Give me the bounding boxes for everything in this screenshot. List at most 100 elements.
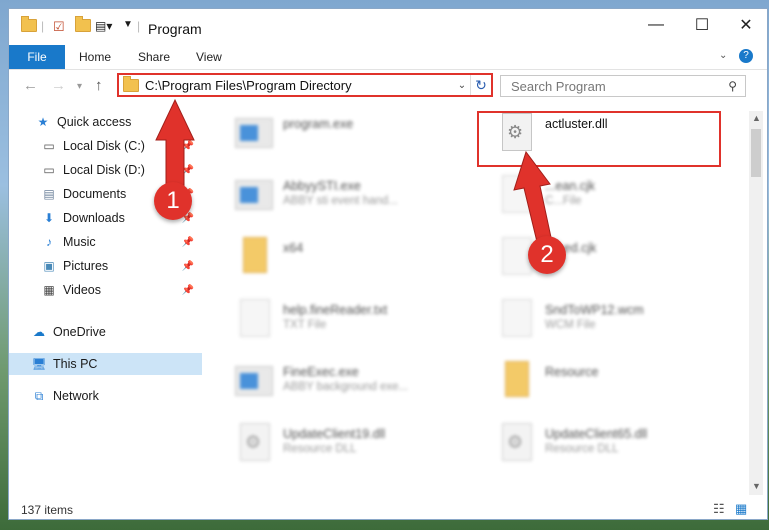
documents-icon: ▤	[43, 187, 55, 201]
tab-view[interactable]: View	[196, 50, 222, 64]
file-name: Resource	[545, 365, 599, 379]
customize-icon[interactable]: ▤▾	[95, 19, 112, 33]
dll-file-icon	[497, 423, 537, 463]
pictures-icon: ▣	[43, 259, 55, 273]
search-icon[interactable]: ⚲	[728, 79, 737, 93]
status-bar: 137 items ☷ ▦	[9, 499, 767, 519]
explorer-window: | ☑ ▤▾ ▼ | Program — ☐ ✕ File Home Share…	[8, 8, 768, 520]
file-item[interactable]: UpdateClient19.dll Resource DLL	[213, 421, 443, 465]
back-arrow-icon[interactable]: ←	[23, 77, 38, 94]
chevron-down-icon[interactable]: ⌄	[454, 80, 470, 91]
forward-arrow-icon[interactable]: →	[51, 77, 66, 94]
file-item[interactable]: ...ean.cjk C...File	[475, 173, 705, 217]
file-item[interactable]: AbbyySTI.exe ABBY sti event hand...	[213, 173, 443, 217]
sidebar-item-videos[interactable]: ▦ Videos 📌	[9, 279, 202, 301]
sidebar-item-label: Local Disk (D:)	[63, 163, 145, 177]
file-type: ABBY background exe...	[283, 381, 409, 393]
vertical-scrollbar[interactable]: ▲ ▼	[749, 111, 763, 495]
search-placeholder: Search Program	[511, 78, 606, 94]
sidebar-item-label: Quick access	[57, 115, 132, 129]
application-icon	[235, 361, 275, 401]
separator: |	[137, 19, 141, 33]
download-icon: ⬇	[43, 211, 55, 225]
up-arrow-icon[interactable]: ↑	[95, 77, 103, 94]
help-icon[interactable]: ?	[739, 49, 753, 63]
folder-icon	[21, 16, 37, 32]
file-name: ...ean.cjk	[545, 179, 596, 193]
address-bar[interactable]: C:\Program Files\Program Directory ⌄ ↻	[117, 73, 493, 97]
address-path[interactable]: C:\Program Files\Program Directory	[145, 78, 454, 93]
file-item[interactable]: program.exe	[213, 111, 443, 155]
star-icon: ★	[37, 115, 49, 129]
properties-icon[interactable]: ☑	[53, 19, 65, 35]
pin-icon[interactable]: 📌	[182, 261, 194, 272]
sidebar-item-quick-access[interactable]: ★ Quick access	[9, 111, 202, 133]
tab-file[interactable]: File	[9, 45, 65, 69]
maximize-button[interactable]: ☐	[679, 9, 725, 41]
window-title: Program	[148, 21, 202, 37]
sidebar-item-local-disk-c[interactable]: ▭ Local Disk (C:) 📌	[9, 135, 202, 157]
tab-home[interactable]: Home	[79, 50, 111, 64]
document-icon	[497, 299, 537, 339]
scroll-thumb[interactable]	[751, 129, 761, 177]
pin-icon[interactable]: 📌	[182, 141, 194, 152]
pin-icon[interactable]: 📌	[182, 285, 194, 296]
large-icons-view-icon[interactable]: ▦	[735, 501, 747, 517]
file-item[interactable]: FineExec.exe ABBY background exe...	[213, 359, 443, 403]
sidebar-item-pictures[interactable]: ▣ Pictures 📌	[9, 255, 202, 277]
sidebar-item-onedrive[interactable]: ☁ OneDrive	[9, 321, 202, 343]
file-type: TXT File	[283, 319, 327, 331]
network-icon: ⧉	[34, 388, 44, 403]
document-icon	[235, 299, 275, 339]
application-icon	[235, 175, 275, 215]
item-count: 137 items	[21, 503, 74, 517]
sidebar-item-local-disk-d[interactable]: ▭ Local Disk (D:) 📌	[9, 159, 202, 181]
pin-icon[interactable]: 📌	[182, 237, 194, 248]
videos-icon: ▦	[43, 283, 55, 297]
file-item[interactable]: help.fineReader.txt TXT File	[213, 297, 443, 341]
file-name: SndToWP12.wcm	[545, 303, 644, 317]
music-icon: ♪	[46, 235, 52, 249]
search-input[interactable]: Search Program ⚲	[500, 75, 746, 97]
file-item[interactable]: E...ed.cjk	[475, 235, 705, 279]
highlight-box	[477, 111, 721, 167]
sidebar-item-label: This PC	[53, 357, 98, 371]
scroll-down-icon[interactable]: ▼	[752, 481, 761, 491]
sidebar-item-network[interactable]: ⧉ Network	[9, 385, 202, 407]
new-folder-icon[interactable]	[75, 16, 91, 32]
file-name: help.fineReader.txt	[283, 303, 388, 317]
sidebar-item-label: OneDrive	[53, 325, 106, 339]
computer-icon: 🖥	[31, 357, 47, 371]
sidebar-item-label: Music	[63, 235, 96, 249]
folder-icon	[123, 75, 139, 92]
quick-access-dropdown-icon[interactable]: ▼	[123, 19, 133, 30]
file-name: UpdateClient65.dll	[545, 427, 648, 441]
file-name: UpdateClient19.dll	[283, 427, 386, 441]
title-bar: | ☑ ▤▾ ▼ | Program — ☐ ✕	[9, 9, 767, 45]
file-name: program.exe	[283, 117, 354, 131]
details-view-icon[interactable]: ☷	[713, 501, 725, 517]
recent-dropdown-icon[interactable]: ▾	[77, 81, 82, 92]
file-name: AbbyySTI.exe	[283, 179, 361, 193]
file-item[interactable]: x64	[213, 235, 443, 279]
minimize-button[interactable]: —	[633, 9, 679, 41]
close-button[interactable]: ✕	[723, 9, 767, 41]
sidebar-item-music[interactable]: ♪ Music 📌	[9, 231, 202, 253]
ribbon: File Home Share View ⌄ ?	[9, 45, 767, 70]
chevron-down-icon[interactable]: ⌄	[719, 50, 727, 61]
sidebar-item-label: Network	[53, 389, 99, 403]
file-item[interactable]: Resource	[475, 359, 705, 403]
pin-icon[interactable]: 📌	[182, 165, 194, 176]
navigation-pane: ★ Quick access ▭ Local Disk (C:) 📌 ▭ Loc…	[9, 107, 202, 497]
folder-icon	[235, 237, 275, 277]
refresh-icon[interactable]: ↻	[470, 75, 491, 95]
file-item[interactable]: UpdateClient65.dll Resource DLL	[475, 421, 705, 465]
callout-badge-1: 1	[154, 182, 192, 220]
sidebar-item-label: Downloads	[63, 211, 125, 225]
file-type: C...File	[545, 195, 582, 207]
scroll-up-icon[interactable]: ▲	[752, 113, 761, 123]
tab-share[interactable]: Share	[138, 50, 170, 64]
navigation-bar: ← → ▾ ↑ C:\Program Files\Program Directo…	[9, 69, 767, 105]
file-item[interactable]: SndToWP12.wcm WCM File	[475, 297, 705, 341]
sidebar-item-this-pc[interactable]: 🖥 This PC	[9, 353, 202, 375]
